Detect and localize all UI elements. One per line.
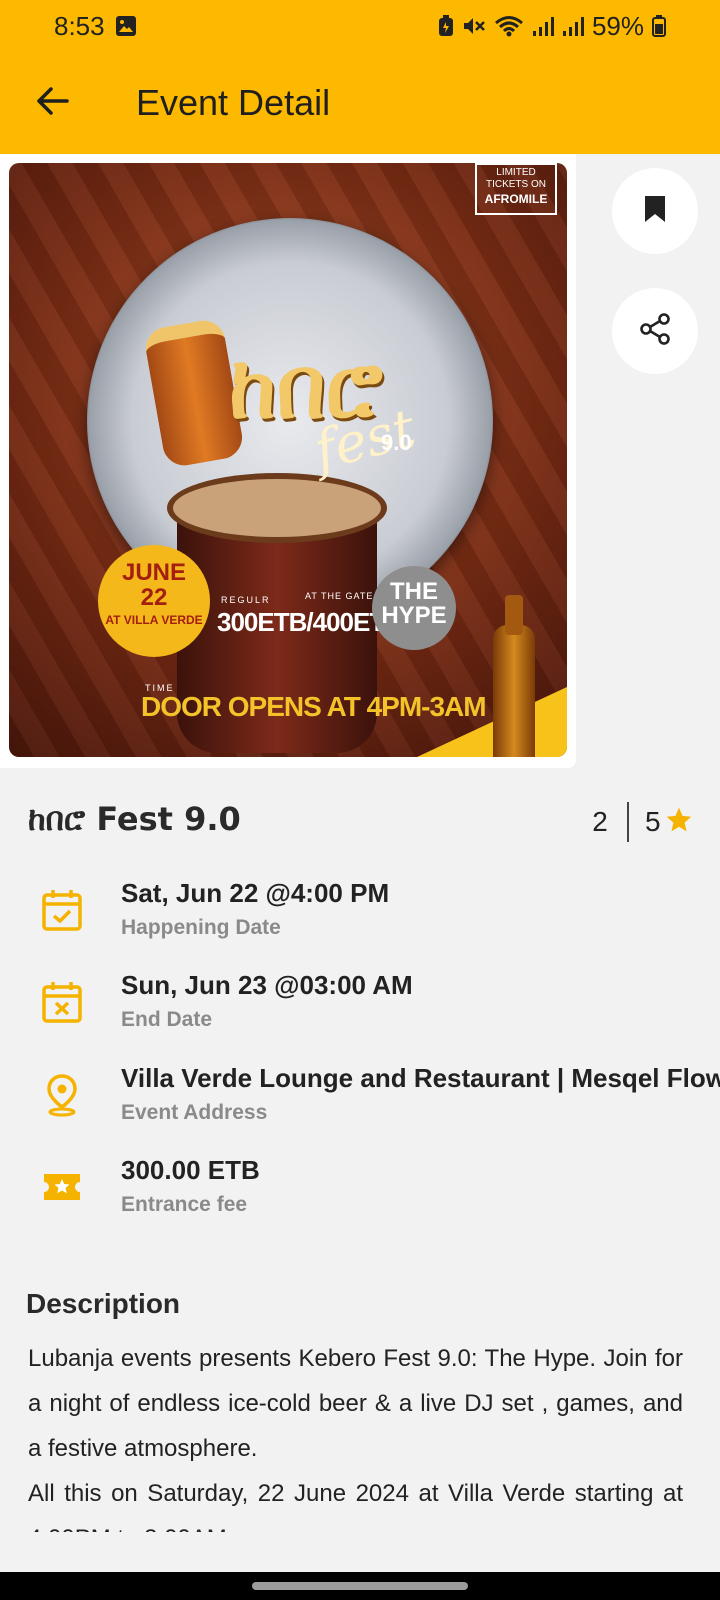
event-poster-card: ከበሮ fest 9.0 LIMITED TICKETS ON AFROMILE… [0, 154, 576, 768]
bookmark-button[interactable] [612, 168, 698, 254]
event-poster-image[interactable]: ከበሮ fest 9.0 LIMITED TICKETS ON AFROMILE… [9, 163, 567, 757]
ticket-tag-brand: AFROMILE [484, 192, 548, 206]
poster-door-time: DOOR OPENS AT 4PM-3AM [141, 691, 487, 722]
end-date-row: Sun, Jun 23 @03:00 AM End Date [0, 970, 720, 1050]
poster-price-label-regular: REGULR [221, 595, 271, 605]
battery-percent: 59% [591, 10, 644, 41]
location-pin-icon [38, 1071, 86, 1119]
poster-logo-version: 9.0 [381, 430, 412, 455]
entrance-fee-value: 300.00 ETB [121, 1155, 260, 1185]
battery-saver-icon [438, 15, 454, 37]
image-icon [115, 15, 137, 37]
happening-date-label: Happening Date [121, 916, 281, 939]
home-gesture-handle[interactable] [252, 1582, 468, 1590]
ticket-tag-line2: TICKETS ON [485, 179, 546, 190]
description-text: Lubanja events presents Kebero Fest 9.0:… [28, 1345, 683, 1532]
description-heading: Description [26, 1288, 181, 1319]
entrance-fee-label: Entrance fee [121, 1193, 248, 1216]
status-time: 8:53 [54, 10, 105, 41]
poster-price-label-gate: AT THE GATE [305, 591, 374, 601]
poster-drum-top [167, 473, 387, 543]
calendar-check-icon [38, 886, 86, 934]
poster-hype-badge: THE HYPE [372, 566, 456, 650]
event-address-row[interactable]: Villa Verde Lounge and Restaurant | Mesq… [0, 1063, 720, 1143]
page-title: Event Detail [136, 82, 331, 123]
poster-beer-bottle [493, 595, 535, 757]
system-navigation-bar [0, 1572, 720, 1600]
mute-icon [462, 15, 486, 37]
ticket-tag-line1: LIMITED [496, 167, 536, 178]
poster-date-badge: JUNE 22 AT VILLA VERDE [98, 545, 210, 657]
event-address-label: Event Address [121, 1101, 268, 1124]
share-icon [638, 312, 672, 351]
stats-divider [627, 802, 629, 842]
back-button[interactable] [22, 73, 82, 133]
wifi-icon [494, 15, 524, 37]
poster-hype-line2: HYPE [381, 602, 447, 629]
entrance-fee-row: 300.00 ETB Entrance fee [0, 1155, 720, 1235]
battery-icon [652, 15, 666, 37]
happening-date-value: Sat, Jun 22 @4:00 PM [121, 878, 390, 908]
poster-date-day: 22 [140, 584, 168, 611]
ticket-star-icon [38, 1163, 86, 1211]
end-date-value: Sun, Jun 23 @03:00 AM [121, 970, 413, 1000]
poster-date-month: JUNE [121, 559, 187, 586]
signal-icon-2 [562, 15, 584, 37]
bookmark-icon [643, 194, 667, 229]
signal-icon [532, 15, 554, 37]
poster-date-venue: AT VILLA VERDE [105, 613, 203, 627]
end-date-label: End Date [121, 1008, 213, 1031]
event-rating: 5 [645, 806, 661, 837]
event-title: ከበሮ Fest 9.0 [28, 800, 241, 838]
event-address-value: Villa Verde Lounge and Restaurant | Mesq… [121, 1063, 720, 1093]
event-count: 2 [592, 806, 608, 837]
poster-ticket-tag: LIMITED TICKETS ON AFROMILE [475, 163, 557, 215]
arrow-left-icon [35, 86, 69, 121]
calendar-x-icon [38, 978, 86, 1026]
app-bar: Event Detail [0, 52, 720, 154]
event-stats: 2 5 [585, 802, 693, 842]
status-bar: 8:53 59% [0, 0, 720, 52]
share-button[interactable] [612, 288, 698, 374]
poster-hype-line1: THE [390, 578, 438, 605]
happening-date-row: Sat, Jun 22 @4:00 PM Happening Date [0, 878, 720, 958]
star-icon [665, 806, 693, 839]
